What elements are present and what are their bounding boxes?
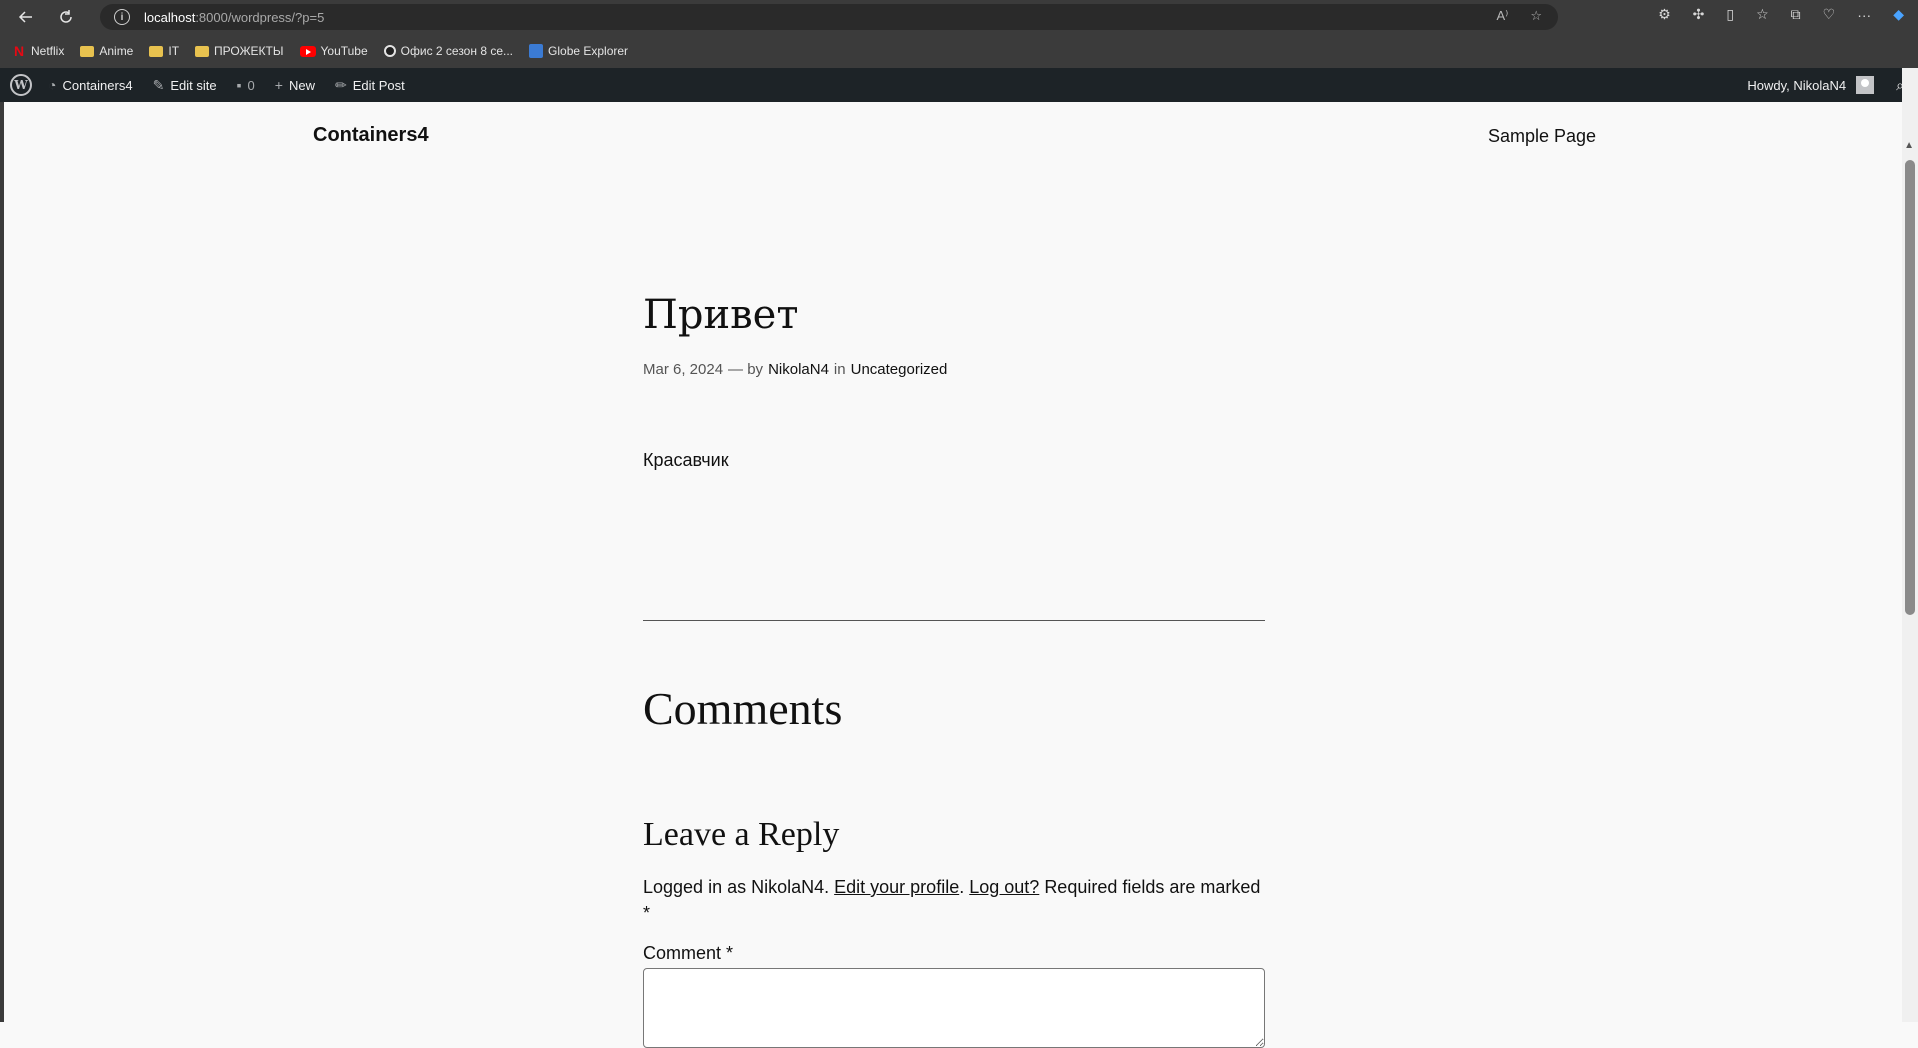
address-bar[interactable]: i localhost:8000/wordpress/?p=5 A⁾ ☆ xyxy=(100,4,1558,30)
nav-sample-page[interactable]: Sample Page xyxy=(1488,126,1596,147)
separator xyxy=(643,620,1265,621)
read-aloud-icon[interactable]: A⁾ xyxy=(1496,8,1508,24)
globe-icon xyxy=(529,44,544,58)
required-star: * xyxy=(643,903,651,923)
comments-count: 0 xyxy=(247,77,255,93)
admin-edit-site[interactable]: ✎ Edit site xyxy=(143,68,227,102)
admin-new[interactable]: + New xyxy=(265,68,325,102)
bookmark-it[interactable]: IT xyxy=(149,44,179,58)
admin-site-name-label: Containers4 xyxy=(62,77,133,93)
scroll-thumb[interactable] xyxy=(1905,160,1915,615)
wp-admin-bar: W ◔ Containers4 ✎ Edit site ▪ 0 + New ✏ … xyxy=(0,68,1918,102)
admin-site-name[interactable]: ◔ Containers4 xyxy=(38,68,143,102)
admin-comments[interactable]: ▪ 0 xyxy=(227,68,265,102)
comment-bubble-icon: ▪ xyxy=(236,77,242,93)
post-author[interactable]: NikolaN4 xyxy=(768,361,829,378)
post-category[interactable]: Uncategorized xyxy=(851,361,948,378)
favorite-star-icon[interactable]: ☆ xyxy=(1530,8,1542,24)
site-info-icon[interactable]: i xyxy=(114,9,130,25)
bookmark-label: Офис 2 сезон 8 се... xyxy=(400,44,514,58)
reply-heading: Leave a Reply xyxy=(643,816,840,853)
wordpress-logo-icon[interactable]: W xyxy=(10,74,32,96)
netflix-icon: N xyxy=(14,43,25,59)
meta-in: in xyxy=(833,361,846,378)
collections-icon[interactable]: ⧉ xyxy=(1791,6,1801,23)
bookmark-anime[interactable]: Anime xyxy=(80,44,133,58)
scrollbar[interactable]: ▲ xyxy=(1902,68,1918,1022)
page-content: Containers4 Sample Page Привет Mar 6, 20… xyxy=(4,102,1902,1048)
edit-profile-link[interactable]: Edit your profile xyxy=(834,877,959,897)
scroll-up-icon[interactable]: ▲ xyxy=(1904,140,1914,151)
bookmark-office[interactable]: Офис 2 сезон 8 се... xyxy=(383,44,514,58)
browser-actions: ⚙ ✣ ▯ ☆ ⧉ ♡ ··· ◆ xyxy=(1658,6,1904,23)
bookmark-label: Anime xyxy=(99,44,134,58)
comment-textarea[interactable] xyxy=(643,968,1265,1048)
folder-icon xyxy=(195,45,210,57)
bookmark-label: Netflix xyxy=(31,44,65,58)
back-button[interactable] xyxy=(12,3,40,31)
address-actions: A⁾ ☆ xyxy=(1496,8,1542,24)
post-body: Красавчик xyxy=(643,450,729,470)
bookmarks-bar: N Netflix Anime IT ПРОЖЕКТЫ YouTube Офис … xyxy=(0,34,1918,68)
more-menu-icon[interactable]: ··· xyxy=(1857,7,1871,23)
post-title: Привет xyxy=(643,292,799,338)
split-screen-icon[interactable]: ▯ xyxy=(1726,6,1734,23)
post-meta: Mar 6, 2024 — by NikolaN4 in Uncategoriz… xyxy=(643,361,947,378)
logged-in-note: Logged in as NikolaN4. Edit your profile… xyxy=(643,877,1261,923)
admin-edit-post[interactable]: ✏ Edit Post xyxy=(325,68,415,102)
bookmark-label: Globe Explorer xyxy=(548,44,629,58)
comments-heading: Comments xyxy=(643,683,843,734)
post-date[interactable]: Mar 6, 2024 xyxy=(643,361,723,378)
site-title[interactable]: Containers4 xyxy=(313,124,429,147)
url-host: localhost xyxy=(144,9,196,25)
required-note: Required fields are marked xyxy=(1044,877,1261,897)
reload-button[interactable] xyxy=(52,3,80,31)
bookmark-projects[interactable]: ПРОЖЕКТЫ xyxy=(195,44,284,58)
dashboard-icon: ◔ xyxy=(48,77,57,93)
edit-site-label: Edit site xyxy=(170,77,217,93)
howdy-user[interactable]: Howdy, NikolaN4 xyxy=(1747,78,1846,93)
meta-by: — by xyxy=(728,361,764,378)
bookmark-globe-explorer[interactable]: Globe Explorer xyxy=(529,44,628,58)
avatar[interactable] xyxy=(1856,76,1875,94)
pencil-icon: ✏ xyxy=(334,76,347,93)
logged-in-text: Logged in as NikolaN4. xyxy=(643,877,830,897)
admin-account: Howdy, NikolaN4 ⌕ xyxy=(1747,68,1904,102)
logout-link[interactable]: Log out? xyxy=(969,877,1039,897)
extension-icon[interactable]: ⚙ xyxy=(1658,6,1671,23)
brush-icon: ✎ xyxy=(152,76,165,93)
bookmark-label: IT xyxy=(168,44,180,58)
bookmark-netflix[interactable]: N Netflix xyxy=(14,43,64,59)
back-arrow-icon xyxy=(18,11,32,23)
youtube-icon xyxy=(299,45,316,57)
bookmark-label: YouTube xyxy=(320,44,368,58)
folder-icon xyxy=(80,45,95,57)
new-label: New xyxy=(288,77,315,93)
folder-icon xyxy=(149,45,164,57)
office-icon xyxy=(383,45,396,57)
performance-icon[interactable]: ♡ xyxy=(1823,6,1836,23)
bookmark-youtube[interactable]: YouTube xyxy=(299,44,368,58)
edit-post-label: Edit Post xyxy=(352,77,405,93)
plus-icon: + xyxy=(274,77,283,93)
reload-icon xyxy=(60,10,72,23)
puzzle-extensions-icon[interactable]: ✣ xyxy=(1693,6,1705,23)
copilot-icon[interactable]: ◆ xyxy=(1893,6,1904,23)
browser-toolbar: i localhost:8000/wordpress/?p=5 A⁾ ☆ ⚙ ✣… xyxy=(0,0,1918,34)
url-path: :8000/wordpress/?p=5 xyxy=(195,9,325,25)
favorites-icon[interactable]: ☆ xyxy=(1756,6,1769,23)
comment-label: Comment * xyxy=(643,943,734,963)
bookmark-label: ПРОЖЕКТЫ xyxy=(214,44,284,58)
url-text: localhost:8000/wordpress/?p=5 xyxy=(144,10,324,25)
